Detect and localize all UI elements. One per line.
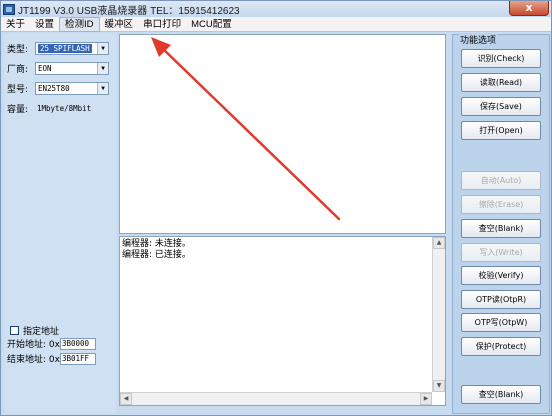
vertical-scrollbar[interactable]: ▲ ▼ — [432, 237, 445, 392]
chevron-down-icon[interactable]: ▼ — [97, 63, 108, 74]
chevron-down-icon[interactable]: ▼ — [97, 43, 108, 54]
app-window: JT1199 V3.0 USB液晶烧录器 TEL：15915412623 x 关… — [0, 0, 552, 416]
end-address-row: 结束地址: 0x 3B01FF — [7, 352, 96, 365]
menu-buffer[interactable]: 缓冲区 — [100, 17, 139, 32]
scroll-down-icon[interactable]: ▼ — [433, 380, 445, 392]
auto-button[interactable]: 自动(Auto) — [461, 171, 541, 190]
menu-bar: 关于 设置 检测ID 缓冲区 串口打印 MCU配置 — [1, 16, 551, 32]
menu-detect-id[interactable]: 检测ID — [59, 16, 100, 32]
window-title: JT1199 V3.0 USB液晶烧录器 TEL：15915412623 — [18, 5, 240, 17]
model-label: 型号: — [7, 85, 29, 95]
scroll-up-icon[interactable]: ▲ — [433, 237, 445, 249]
end-address-label: 结束地址: 0x — [7, 355, 60, 365]
app-icon — [3, 3, 15, 15]
save-button[interactable]: 保存(Save) — [461, 97, 541, 116]
output-pane — [119, 34, 446, 234]
start-address-input[interactable]: 3B0000 — [59, 337, 96, 350]
capacity-value: 1Mbyte/8Mbit — [37, 104, 92, 113]
specify-address-row: 指定地址 — [10, 324, 59, 337]
type-row: 类型: 25 SPIFLASH ▼ — [7, 42, 109, 55]
start-address-row: 开始地址: 0x 3B0000 — [7, 337, 96, 350]
model-row: 型号: EN25T80 ▼ — [7, 82, 109, 95]
close-button[interactable]: x — [509, 1, 549, 16]
menu-about[interactable]: 关于 — [1, 17, 30, 32]
verify-button[interactable]: 校验(Verify) — [461, 266, 541, 285]
specify-address-label: 指定地址 — [23, 327, 60, 337]
model-select-value: EN25T80 — [38, 84, 70, 93]
read-button[interactable]: 读取(Read) — [461, 73, 541, 92]
erase-button[interactable]: 擦除(Erase) — [461, 195, 541, 214]
title-bar: JT1199 V3.0 USB液晶烧录器 TEL：15915412623 x — [1, 1, 551, 17]
function-options-title: 功能选项 — [459, 33, 498, 46]
otp-read-button[interactable]: OTP读(OtpR) — [461, 290, 541, 309]
log-line: 编程器: 未连接。 — [122, 239, 191, 249]
vendor-label: 厂商: — [7, 65, 29, 75]
log-pane: 编程器: 未连接。 编程器: 已连接。 ▲ ▼ ◀ ▶ — [119, 236, 446, 406]
start-address-label: 开始地址: 0x — [7, 340, 60, 350]
function-options-panel: 功能选项 识别(Check) 读取(Read) 保存(Save) 打开(Open… — [452, 33, 550, 414]
otp-write-button[interactable]: OTP写(OtpW) — [461, 313, 541, 332]
log-line: 编程器: 已连接。 — [122, 250, 191, 260]
check-button[interactable]: 识别(Check) — [461, 49, 541, 68]
capacity-row: 容量: 1Mbyte/8Mbit — [7, 102, 91, 115]
vendor-select-value: EON — [38, 64, 52, 73]
capacity-label: 容量: — [7, 105, 29, 115]
type-select-value: 25 SPIFLASH — [38, 44, 92, 53]
protect-button[interactable]: 保护(Protect) — [461, 337, 541, 356]
chevron-down-icon[interactable]: ▼ — [97, 83, 108, 94]
vendor-select[interactable]: EON ▼ — [35, 62, 109, 75]
horizontal-scrollbar[interactable]: ◀ ▶ — [120, 392, 432, 405]
menu-serial-print[interactable]: 串口打印 — [138, 17, 186, 32]
menu-settings[interactable]: 设置 — [30, 17, 59, 32]
type-select[interactable]: 25 SPIFLASH ▼ — [35, 42, 109, 55]
type-label: 类型: — [7, 45, 29, 55]
write-button[interactable]: 写入(Write) — [461, 243, 541, 262]
scroll-right-icon[interactable]: ▶ — [420, 393, 432, 405]
open-button[interactable]: 打开(Open) — [461, 121, 541, 140]
vendor-row: 厂商: EON ▼ — [7, 62, 109, 75]
menu-mcu-config[interactable]: MCU配置 — [186, 17, 237, 32]
chip-config-panel: 类型: 25 SPIFLASH ▼ 厂商: EON ▼ 型号: EN25T80 … — [4, 34, 116, 414]
scroll-left-icon[interactable]: ◀ — [120, 393, 132, 405]
end-address-input[interactable]: 3B01FF — [59, 352, 96, 365]
specify-address-checkbox[interactable] — [10, 326, 19, 335]
blank-check-button-2[interactable]: 查空(Blank) — [461, 385, 541, 404]
blank-check-button[interactable]: 查空(Blank) — [461, 219, 541, 238]
model-select[interactable]: EN25T80 ▼ — [35, 82, 109, 95]
